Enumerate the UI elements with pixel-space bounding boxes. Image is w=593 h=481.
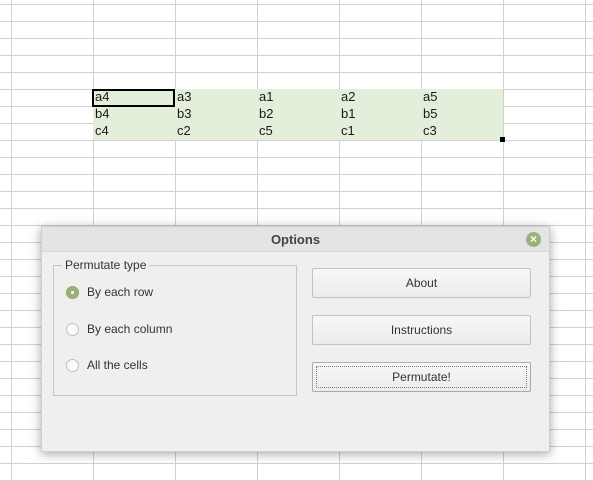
cell-a5[interactable]: a5 bbox=[421, 89, 437, 105]
dialog-title: Options bbox=[270, 232, 321, 247]
cell-c1[interactable]: c1 bbox=[339, 123, 355, 139]
cell-b3[interactable]: b3 bbox=[175, 106, 191, 122]
dialog-titlebar[interactable]: Options × bbox=[42, 227, 549, 252]
cell-b4[interactable]: b4 bbox=[93, 106, 109, 122]
radio-label: All the cells bbox=[87, 358, 148, 372]
cell-c4[interactable]: c4 bbox=[93, 123, 109, 139]
radio-by-each-row[interactable]: By each row bbox=[66, 283, 153, 301]
cell-c3[interactable]: c3 bbox=[421, 123, 437, 139]
instructions-button[interactable]: Instructions bbox=[312, 315, 531, 345]
cell-b2[interactable]: b2 bbox=[257, 106, 273, 122]
cell-c2[interactable]: c2 bbox=[175, 123, 191, 139]
radio-by-each-column[interactable]: By each column bbox=[66, 320, 172, 338]
radio-unchecked-icon[interactable] bbox=[66, 322, 79, 336]
about-button[interactable]: About bbox=[312, 268, 531, 298]
cell-b1[interactable]: b1 bbox=[339, 106, 355, 122]
radio-all-the-cells[interactable]: All the cells bbox=[66, 356, 148, 374]
options-dialog: Options × Permutate type By each row By … bbox=[41, 226, 550, 452]
cell-c5[interactable]: c5 bbox=[257, 123, 273, 139]
cell-a2[interactable]: a2 bbox=[339, 89, 355, 105]
active-cell-cursor bbox=[92, 89, 175, 107]
radio-checked-icon[interactable] bbox=[66, 285, 79, 299]
radio-label: By each column bbox=[87, 322, 173, 336]
radio-unchecked-icon[interactable] bbox=[66, 358, 79, 372]
close-icon[interactable]: × bbox=[526, 232, 541, 247]
group-title: Permutate type bbox=[62, 258, 150, 272]
permutate-button[interactable]: Permutate! bbox=[312, 362, 531, 392]
radio-label: By each row bbox=[87, 285, 154, 299]
cell-b5[interactable]: b5 bbox=[421, 106, 437, 122]
fill-handle[interactable] bbox=[500, 137, 505, 142]
cell-a3[interactable]: a3 bbox=[175, 89, 191, 105]
cell-a1[interactable]: a1 bbox=[257, 89, 273, 105]
